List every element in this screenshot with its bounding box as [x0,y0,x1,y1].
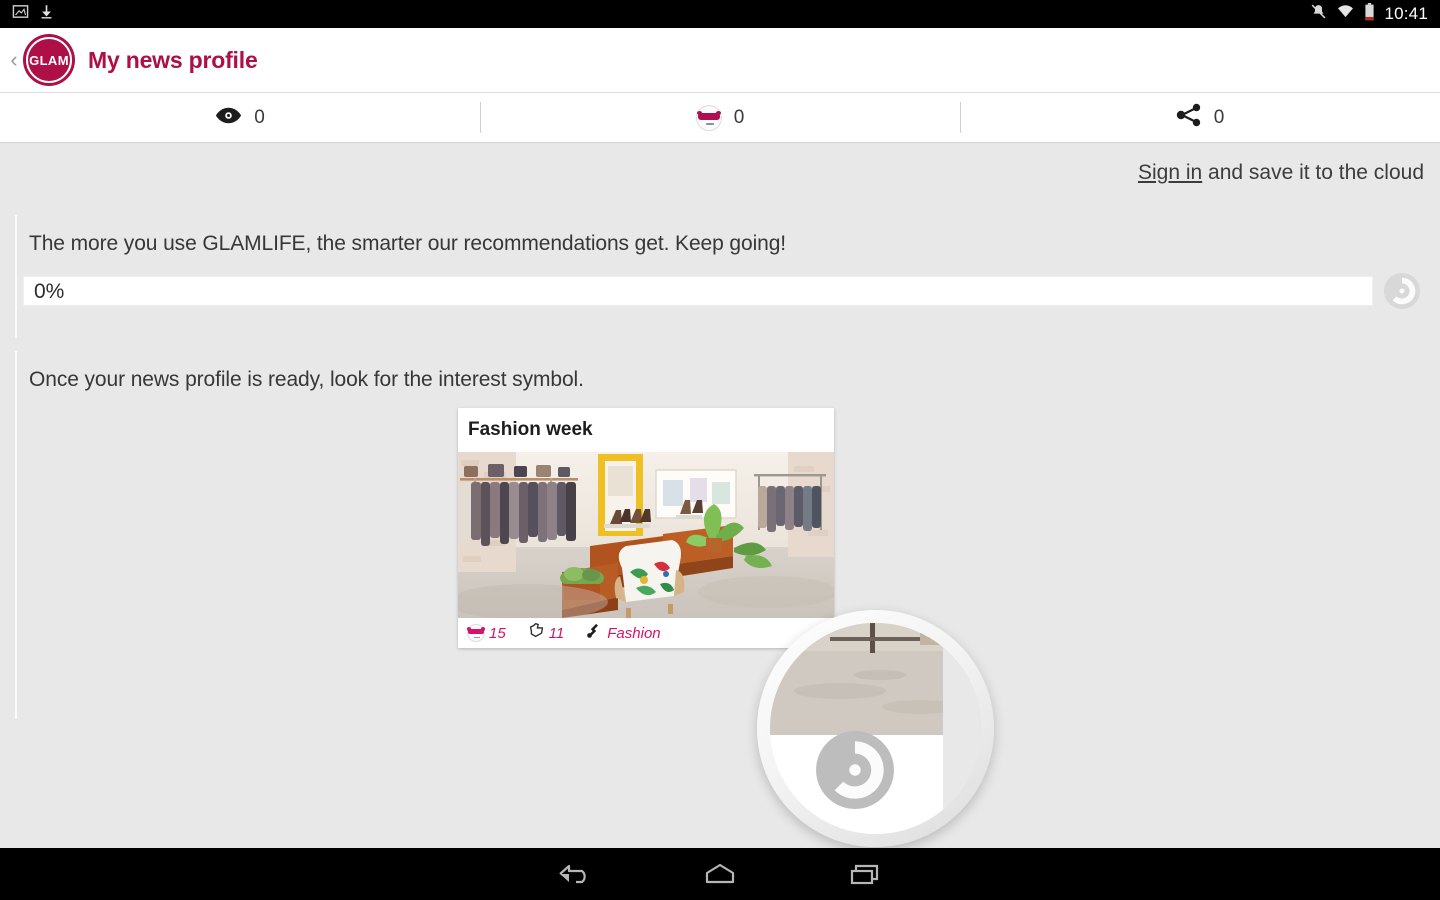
interest-symbol-icon [814,729,896,811]
eye-icon [215,106,242,130]
stat-shares-value: 0 [1213,106,1225,128]
progress-percent-label: 0% [34,280,65,303]
signin-row: Sign in and save it to the cloud [1138,161,1424,185]
magnifier-lens [770,623,981,834]
page-title: My news profile [88,46,258,73]
stat-reactions-value: 0 [733,106,745,128]
stat-shares[interactable]: 0 [960,93,1440,142]
section-rail-hint [15,351,17,719]
stat-views-value: 0 [254,106,265,128]
device-screen: 10:41 ‹ GLAM My news profile 0 0 0 Sign … [0,0,1440,900]
home-nav-icon[interactable] [648,861,793,887]
magnified-background-region [943,623,981,834]
section-rail-progress [15,215,17,338]
signin-rest-label: and save it to the cloud [1202,161,1424,184]
share-icon [1176,103,1202,132]
profile-stats-row: 0 0 0 [0,93,1440,143]
interest-symbol-magnifier [757,610,994,847]
profile-progress-bar: 0% [23,276,1373,306]
card-claps[interactable]: 11 [528,622,565,644]
card-reactions-value: 15 [489,624,506,642]
glam-logo-label: GLAM [29,52,69,68]
card-claps-value: 11 [548,624,565,642]
stat-views[interactable]: 0 [0,93,480,142]
status-bar-notifications[interactable] [0,3,54,25]
battery-icon [1364,2,1375,26]
android-nav-bar [0,848,1440,900]
stat-reactions[interactable]: 0 [480,93,960,142]
cool-face-icon [467,624,485,642]
android-status-bar: 10:41 [0,0,1440,28]
article-card[interactable]: Fashion week 15 11 Fashion [458,408,834,648]
card-tag[interactable]: Fashion [586,623,661,644]
glam-logo[interactable]: GLAM [23,34,75,86]
wifi-icon [1336,3,1355,25]
recents-nav-icon[interactable] [793,861,938,887]
download-icon [39,3,54,25]
status-bar-system-icons: 10:41 [1310,2,1440,26]
hint-section-text: Once your news profile is ready, look fo… [29,368,584,391]
article-card-photo [458,452,834,618]
cool-face-icon [695,104,722,131]
vibrate-off-icon [1310,3,1327,25]
progress-section-text: The more you use GLAMLIFE, the smarter o… [29,232,787,255]
main-content: Sign in and save it to the cloud The mor… [0,143,1440,848]
article-card-title: Fashion week [468,419,593,440]
interest-symbol-icon [1383,272,1421,310]
signin-link[interactable]: Sign in [1138,161,1202,184]
screenshot-image-icon [12,3,29,25]
card-reactions[interactable]: 15 [467,624,506,642]
app-header: ‹ GLAM My news profile [0,28,1440,93]
tag-icon [586,623,601,644]
back-button[interactable]: ‹ [5,49,23,71]
back-nav-icon[interactable] [503,861,648,887]
status-bar-clock: 10:41 [1384,4,1428,23]
card-tag-label: Fashion [607,624,661,642]
clap-hand-icon [528,622,545,644]
